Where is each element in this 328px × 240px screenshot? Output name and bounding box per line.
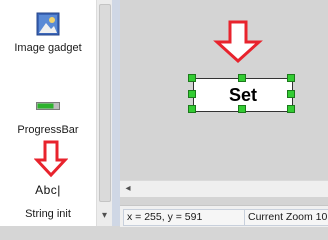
annotation-arrow-left: [34, 140, 68, 178]
toolbox-item-string-init[interactable]: Abc|: [0, 183, 96, 197]
selection-handle-bottom-left[interactable]: [188, 105, 196, 113]
toolbox-item-progressbar[interactable]: ProgressBar: [0, 102, 96, 136]
canvas-horizontal-scrollbar[interactable]: ◂: [120, 180, 328, 197]
toolbox-scrollbar[interactable]: ▾: [96, 0, 112, 226]
selection-handle-top-right[interactable]: [287, 74, 295, 82]
string-init-label: String init: [25, 208, 71, 220]
scroll-left-icon[interactable]: ◂: [122, 181, 134, 197]
selection-handle-bottom-right[interactable]: [287, 105, 295, 113]
selection-handle-right[interactable]: [287, 90, 295, 98]
status-bar: x = 255, y = 591 Current Zoom 10: [120, 205, 328, 227]
toolbox-item-label: Image gadget: [14, 42, 82, 54]
scroll-down-icon[interactable]: ▾: [97, 210, 112, 222]
image-gadget-icon: [36, 12, 60, 36]
panel-splitter[interactable]: [112, 0, 120, 226]
annotation-arrow-top: [213, 20, 263, 64]
selection-handle-left[interactable]: [188, 90, 196, 98]
progressbar-icon: [36, 102, 60, 110]
gadget-toolbox: Image gadget ProgressBar Abc| String ini…: [0, 0, 96, 226]
selection-handle-bottom[interactable]: [238, 105, 246, 113]
toolbox-item-label: ProgressBar: [17, 124, 79, 136]
selection-handle-top-left[interactable]: [188, 74, 196, 82]
selection-handle-top[interactable]: [238, 74, 246, 82]
string-init-icon: Abc|: [35, 183, 61, 197]
toolbox-item-image-gadget[interactable]: Image gadget: [0, 12, 96, 54]
status-zoom: Current Zoom 10: [244, 209, 328, 226]
status-coordinates: x = 255, y = 591: [123, 209, 245, 226]
toolbox-scrollbar-thumb[interactable]: [99, 4, 111, 202]
